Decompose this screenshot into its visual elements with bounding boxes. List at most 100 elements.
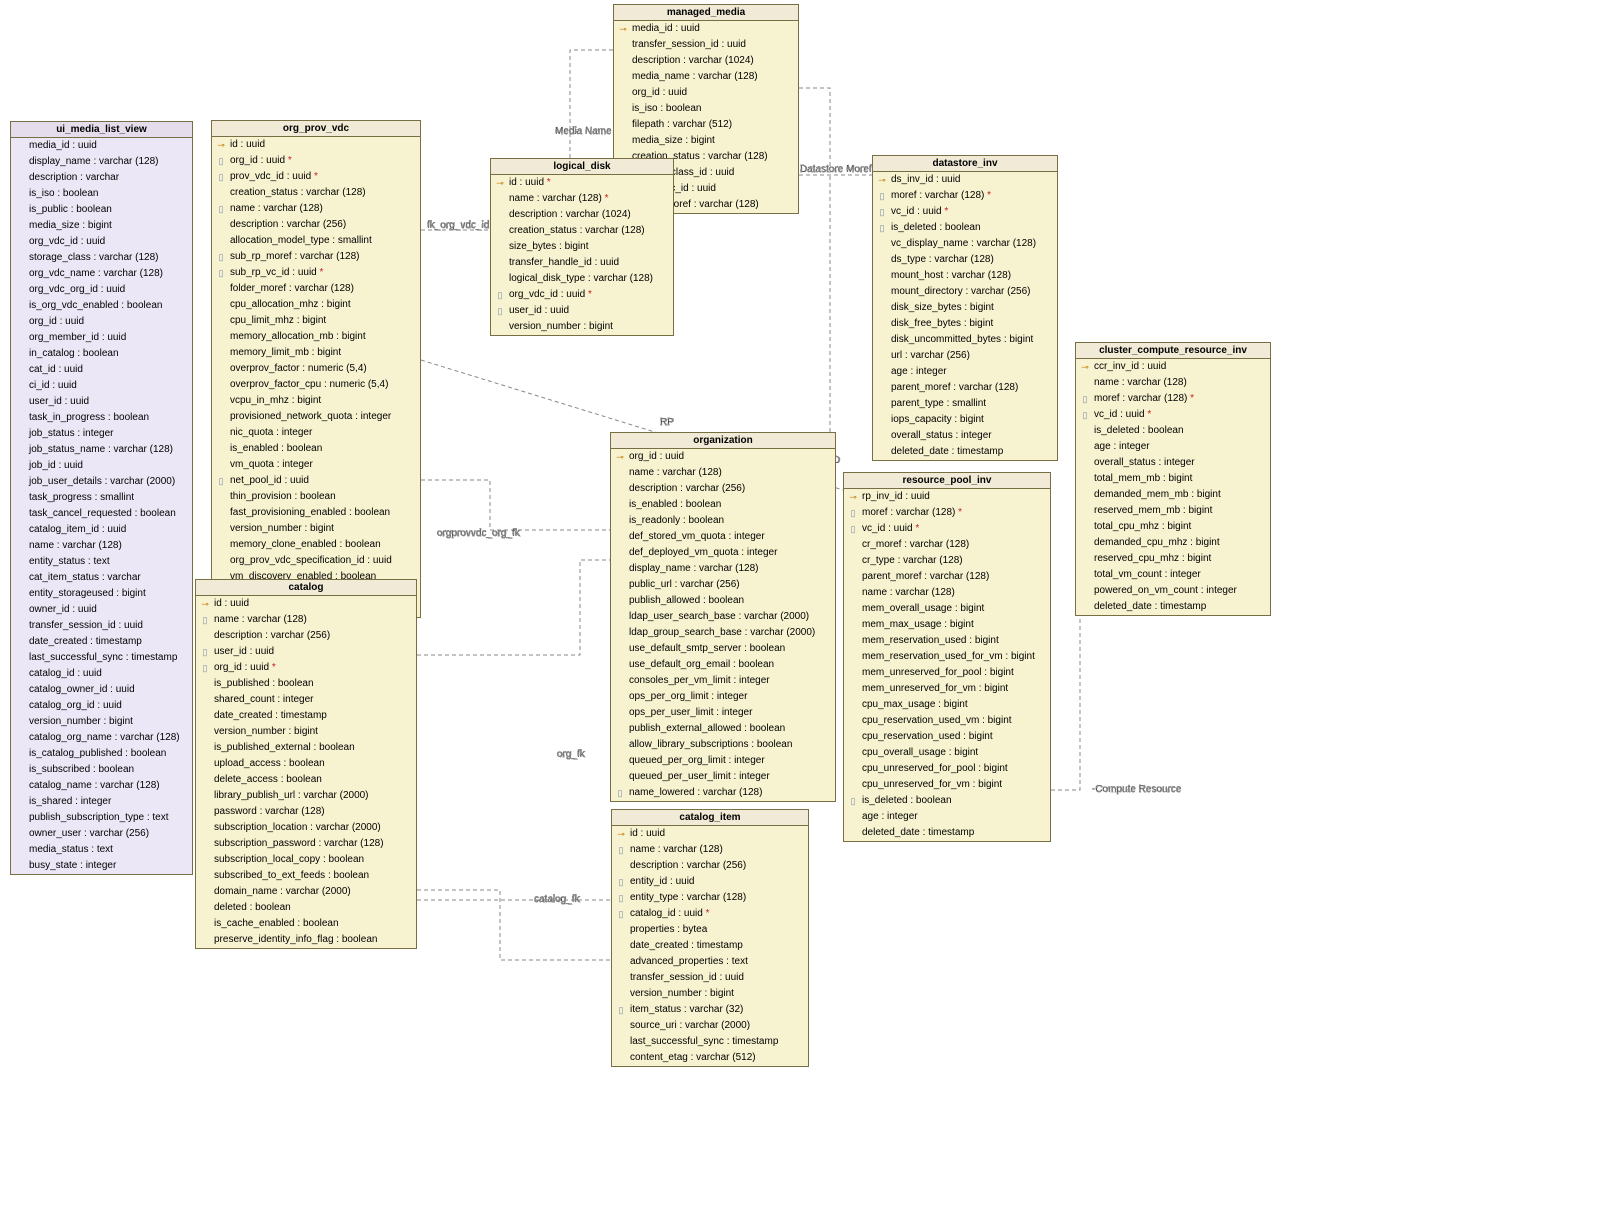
table-column: cpu_max_usage : bigint (844, 697, 1050, 713)
table-ui_media_list_view[interactable]: ui_media_list_viewmedia_id : uuiddisplay… (10, 121, 193, 875)
index-icon: ▯ (215, 170, 227, 184)
table-column: fast_provisioning_enabled : boolean (212, 505, 420, 521)
table-column: cpu_unreserved_for_pool : bigint (844, 761, 1050, 777)
table-column: in_catalog : boolean (11, 346, 192, 362)
table-column: version_number : bigint (11, 714, 192, 730)
table-column: age : integer (873, 364, 1057, 380)
column-text: org_id : uuid (230, 155, 285, 166)
table-column: overall_status : integer (873, 428, 1057, 444)
table-column: date_created : timestamp (612, 938, 808, 954)
column-text: disk_uncommitted_bytes : bigint (891, 334, 1033, 345)
table-column: date_created : timestamp (11, 634, 192, 650)
column-text: queued_per_org_limit : integer (629, 755, 765, 766)
table-column: org_vdc_name : varchar (128) (11, 266, 192, 282)
table-column: ⊸id : uuid (196, 596, 416, 612)
column-text: task_in_progress : boolean (29, 412, 149, 423)
column-text: reserved_cpu_mhz : bigint (1094, 553, 1211, 564)
fk-asterisk-icon: * (703, 908, 710, 919)
table-column: creation_status : varchar (128) (212, 185, 420, 201)
index-icon: ▯ (847, 794, 859, 808)
table-column: version_number : bigint (612, 986, 808, 1002)
column-text: vc_id : uuid (891, 206, 942, 217)
column-text: domain_name : varchar (2000) (214, 886, 351, 897)
table-column: job_status_name : varchar (128) (11, 442, 192, 458)
table-resource_pool_inv[interactable]: resource_pool_inv⊸rp_inv_id : uuid▯moref… (843, 472, 1051, 842)
table-datastore_inv[interactable]: datastore_inv⊸ds_inv_id : uuid▯moref : v… (872, 155, 1058, 461)
table-column: size_bytes : bigint (491, 239, 673, 255)
relation-label: fk_org_vdc_id (427, 220, 489, 231)
table-column: catalog_org_id : uuid (11, 698, 192, 714)
fk-asterisk-icon: * (544, 177, 551, 188)
table-column: cpu_reservation_used : bigint (844, 729, 1050, 745)
column-text: org_member_id : uuid (29, 332, 126, 343)
column-text: description : varchar (256) (230, 219, 346, 230)
table-column: owner_id : uuid (11, 602, 192, 618)
table-column: vc_display_name : varchar (128) (873, 236, 1057, 252)
table-organization[interactable]: organization⊸org_id : uuidname : varchar… (610, 432, 836, 802)
table-title: ui_media_list_view (11, 122, 192, 138)
table-column: is_shared : integer (11, 794, 192, 810)
column-text: net_pool_id : uuid (230, 475, 309, 486)
table-column: powered_on_vm_count : integer (1076, 583, 1270, 599)
table-column: catalog_org_name : varchar (128) (11, 730, 192, 746)
primary-key-icon: ⊸ (494, 176, 506, 190)
table-column: name : varchar (128) (11, 538, 192, 554)
column-text: description : varchar (1024) (632, 55, 754, 66)
column-text: in_catalog : boolean (29, 348, 119, 359)
column-text: overall_status : integer (891, 430, 992, 441)
column-text: queued_per_user_limit : integer (629, 771, 770, 782)
column-text: item_status : varchar (32) (630, 1004, 743, 1015)
column-text: parent_type : smallint (891, 398, 986, 409)
column-text: provisioned_network_quota : integer (230, 411, 391, 422)
column-text: transfer_session_id : uuid (632, 39, 746, 50)
table-columns: ⊸id : uuid▯name : varchar (128)descripti… (612, 826, 808, 1066)
column-text: deleted : boolean (214, 902, 291, 913)
primary-key-icon: ⊸ (876, 173, 888, 187)
column-text: org_vdc_org_id : uuid (29, 284, 125, 295)
table-column: is_public : boolean (11, 202, 192, 218)
table-column: ⊸id : uuid (612, 826, 808, 842)
table-column: mount_directory : varchar (256) (873, 284, 1057, 300)
column-text: id : uuid (214, 598, 249, 609)
column-text: use_default_org_email : boolean (629, 659, 774, 670)
table-catalog[interactable]: catalog⊸id : uuid▯name : varchar (128)de… (195, 579, 417, 949)
table-org_prov_vdc[interactable]: org_prov_vdc⊸id : uuid▯org_id : uuid *▯p… (211, 120, 421, 618)
table-column: ▯user_id : uuid (196, 644, 416, 660)
fk-asterisk-icon: * (984, 190, 991, 201)
table-column: is_published_external : boolean (196, 740, 416, 756)
table-column: description : varchar (256) (196, 628, 416, 644)
table-columns: ⊸ccr_inv_id : uuidname : varchar (128)▯m… (1076, 359, 1270, 615)
column-text: is_org_vdc_enabled : boolean (29, 300, 162, 311)
table-column: cat_id : uuid (11, 362, 192, 378)
column-text: vc_id : uuid (862, 523, 913, 534)
table-columns: media_id : uuiddisplay_name : varchar (1… (11, 138, 192, 874)
column-text: is_deleted : boolean (862, 795, 952, 806)
column-text: is_iso : boolean (632, 103, 702, 114)
table-cluster_compute_resource_inv[interactable]: cluster_compute_resource_inv⊸ccr_inv_id … (1075, 342, 1271, 616)
column-text: mem_reservation_used : bigint (862, 635, 999, 646)
column-text: overall_status : integer (1094, 457, 1195, 468)
column-text: shared_count : integer (214, 694, 314, 705)
table-column: deleted : boolean (196, 900, 416, 916)
column-text: total_mem_mb : bigint (1094, 473, 1192, 484)
table-column: allocation_model_type : smallint (212, 233, 420, 249)
index-icon: ▯ (847, 506, 859, 520)
index-icon: ▯ (494, 288, 506, 302)
table-columns: ⊸id : uuid▯org_id : uuid *▯prov_vdc_id :… (212, 137, 420, 617)
column-text: cpu_reservation_used : bigint (862, 731, 993, 742)
table-catalog_item[interactable]: catalog_item⊸id : uuid▯name : varchar (1… (611, 809, 809, 1067)
fk-asterisk-icon: * (1145, 409, 1152, 420)
table-column: memory_limit_mb : bigint (212, 345, 420, 361)
column-text: creation_status : varchar (128) (509, 225, 645, 236)
table-column: vcpu_in_mhz : bigint (212, 393, 420, 409)
table-column: parent_moref : varchar (128) (873, 380, 1057, 396)
column-text: deleted_date : timestamp (1094, 601, 1206, 612)
column-text: mem_reservation_used_for_vm : bigint (862, 651, 1035, 662)
table-column: deleted_date : timestamp (873, 444, 1057, 460)
fk-asterisk-icon: * (269, 662, 276, 673)
column-text: publish_external_allowed : boolean (629, 723, 785, 734)
column-text: total_vm_count : integer (1094, 569, 1201, 580)
column-text: ops_per_org_limit : integer (629, 691, 747, 702)
table-logical_disk[interactable]: logical_disk⊸id : uuid *name : varchar (… (490, 158, 674, 336)
column-text: org_id : uuid (214, 662, 269, 673)
